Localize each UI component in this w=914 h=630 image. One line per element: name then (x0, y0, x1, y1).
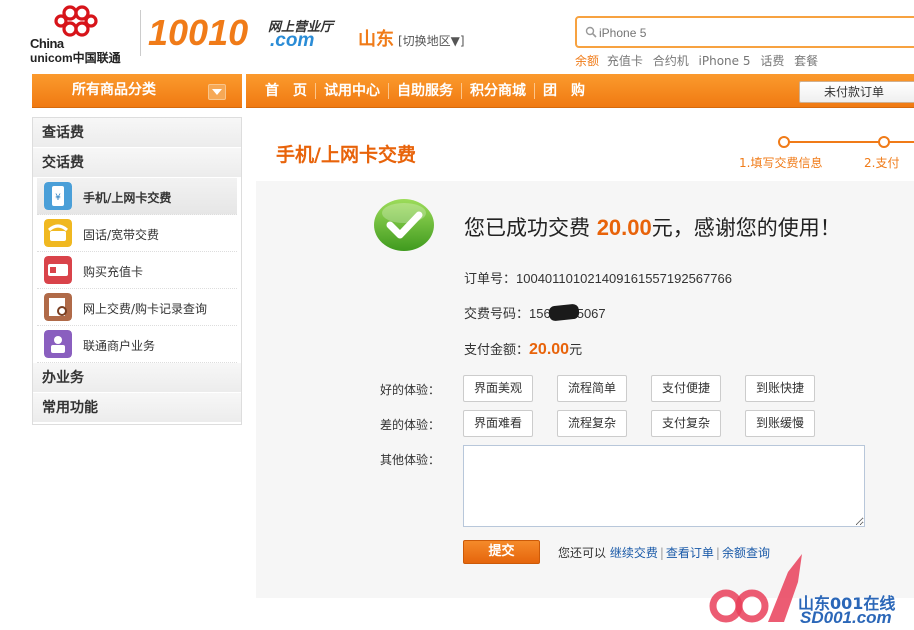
success-amount: 20.00 (596, 215, 652, 240)
phone-icon (44, 219, 72, 247)
sidebar: 查话费 交话费 ¥ 手机/上网卡交费 固话/宽带交费 购买充值卡 网上交费/购卡… (32, 117, 242, 425)
nav-item-group-buy[interactable]: 团 购 (535, 74, 593, 108)
sidebar-item-label: 网上交费/购卡记录查询 (83, 302, 208, 316)
mobile-pay-icon: ¥ (44, 182, 72, 210)
hotword-link[interactable]: 余额 (575, 54, 599, 68)
nav-item-self-service[interactable]: 自助服务 (389, 74, 461, 108)
good-experience-label: 好的体验： (380, 383, 441, 397)
all-categories-menu[interactable]: 所有商品分类 (32, 74, 242, 108)
step-dot (878, 136, 890, 148)
nav-divider (242, 74, 246, 108)
order-number-row: 订单号：100401101021409161557192567766 (464, 268, 732, 287)
logo-com-text: .com (270, 30, 315, 51)
chevron-down-icon[interactable] (208, 84, 226, 100)
pay-amount-label: 支付金额： (464, 343, 530, 358)
sidebar-item-mobile-pay[interactable]: ¥ 手机/上网卡交费 (37, 178, 237, 215)
submit-button[interactable]: 提交 (463, 540, 540, 564)
pay-number-prefix: 156 (529, 306, 551, 321)
logo-divider (140, 10, 141, 56)
pay-number-label: 交费号码： (464, 307, 530, 322)
order-number-label: 订单号： (464, 272, 517, 287)
main-nav: 所有商品分类 首 页 试用中心 自助服务 积分商城 团 购 未付款订单 (32, 74, 914, 108)
good-tag-fast-arrival[interactable]: 到账快捷 (745, 375, 816, 402)
nav-item-points-mall[interactable]: 积分商城 (462, 74, 534, 108)
nav-item-home[interactable]: 首 页 (257, 74, 315, 108)
other-experience-textarea[interactable] (463, 445, 865, 527)
sidebar-section-pay[interactable]: 交话费 (33, 148, 241, 178)
page-title: 手机/上网卡交费 (276, 144, 416, 166)
sidebar-item-records[interactable]: 网上交费/购卡记录查询 (37, 289, 237, 326)
hotword-link[interactable]: 套餐 (794, 54, 818, 68)
unicom-knot-icon (54, 5, 98, 37)
sidebar-item-label: 购买充值卡 (83, 265, 144, 279)
pay-amount-row: 支付金额：20.00元 (464, 339, 582, 359)
success-message: 您已成功交费 20.00元，感谢您的使用！ (464, 212, 841, 242)
svg-text:¥: ¥ (55, 193, 61, 203)
redaction-mark (548, 303, 580, 322)
china-unicom-logo[interactable]: China unicom中国联通 (30, 4, 130, 65)
step-2-label: 2.支付 (864, 156, 900, 170)
success-suffix: 元，感谢您的使用！ (651, 216, 841, 240)
unpaid-orders-button[interactable]: 未付款订单 (799, 81, 914, 103)
record-search-icon (44, 293, 72, 321)
sidebar-item-buy-card[interactable]: 购买充值卡 (37, 252, 237, 289)
sidebar-section-handle[interactable]: 办业务 (33, 363, 241, 393)
sidebar-item-landline-pay[interactable]: 固话/宽带交费 (37, 215, 237, 252)
all-categories-label: 所有商品分类 (72, 82, 156, 98)
bad-experience-label: 差的体验： (380, 418, 441, 432)
good-tag-easy-pay[interactable]: 支付便捷 (651, 375, 722, 402)
search-box (575, 16, 914, 48)
order-number-value: 100401101021409161557192567766 (516, 271, 732, 286)
sidebar-item-label: 手机/上网卡交费 (83, 191, 172, 205)
sidebar-item-merchant[interactable]: 联通商户业务 (37, 326, 237, 363)
other-experience-label: 其他体验： (380, 453, 441, 467)
good-tag-nice-ui[interactable]: 界面美观 (463, 375, 534, 402)
logo-10010[interactable]: 10010 (148, 12, 248, 54)
header: China unicom中国联通 10010 网上营业厅 .com 山东 [切换… (0, 0, 914, 74)
followup-text: 您还可以 (558, 546, 607, 560)
pay-number-row: 交费号码：156 5067 (464, 303, 606, 322)
hotword-link[interactable]: 充值卡 (607, 54, 643, 68)
bad-tag-slow-arrival[interactable]: 到账缓慢 (745, 410, 816, 437)
hot-keywords: 余额 充值卡 合约机 iPhone 5 话费 套餐 (575, 52, 824, 69)
bad-tag-complex-flow[interactable]: 流程复杂 (557, 410, 628, 437)
merchant-icon (44, 330, 72, 358)
bad-tag-complex-pay[interactable]: 支付复杂 (651, 410, 722, 437)
success-check-icon (374, 199, 434, 251)
progress-steps: 1.填写交费信息 2.支付 (730, 132, 914, 172)
success-prefix: 您已成功交费 (464, 216, 597, 240)
card-icon (44, 256, 72, 284)
sidebar-item-label: 固话/宽带交费 (83, 228, 160, 242)
continue-pay-link[interactable]: 继续交费 (610, 546, 658, 560)
sidebar-section-common[interactable]: 常用功能 (33, 393, 241, 423)
nav-menu: 首 页 试用中心 自助服务 积分商城 团 购 (257, 74, 593, 108)
bad-tag-ugly-ui[interactable]: 界面难看 (463, 410, 534, 437)
watermark-text-domain: SD001.com (800, 608, 892, 627)
sidebar-section-query[interactable]: 查话费 (33, 118, 241, 148)
hotword-link[interactable]: 合约机 (653, 54, 689, 68)
pay-amount-value: 20.00 (529, 341, 570, 358)
good-tag-simple-flow[interactable]: 流程简单 (557, 375, 628, 402)
link-separator: | (659, 546, 664, 560)
region-name: 山东 (358, 29, 394, 50)
nav-item-trial[interactable]: 试用中心 (316, 74, 388, 108)
search-input[interactable] (599, 23, 899, 43)
hotword-link[interactable]: 话费 (760, 54, 784, 68)
logo-unicom-text: unicom中国联通 (30, 51, 121, 65)
step-dot (778, 136, 790, 148)
sidebar-item-label: 联通商户业务 (83, 339, 156, 353)
search-icon (585, 26, 597, 38)
pay-number-suffix: 5067 (576, 306, 606, 321)
hotword-link[interactable]: iPhone 5 (699, 54, 751, 68)
step-1-label: 1.填写交费信息 (739, 156, 823, 170)
region-switch-link[interactable]: [切换地区▼] (398, 32, 465, 49)
steps-line (786, 141, 914, 143)
pay-amount-unit: 元 (569, 343, 583, 358)
